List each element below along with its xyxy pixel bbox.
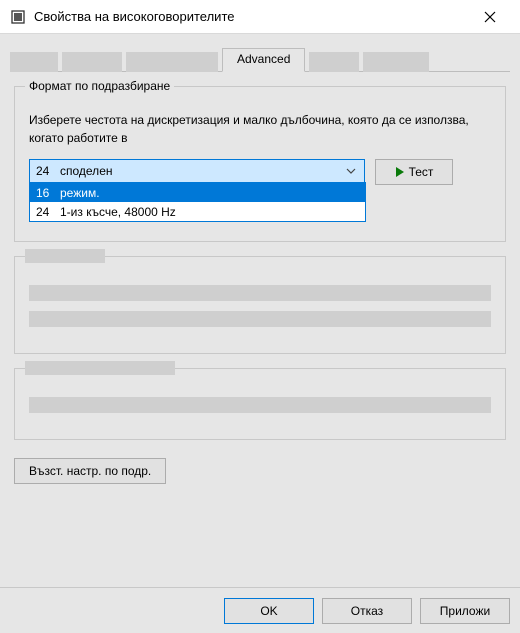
format-combo[interactable]: 24 споделен 16 режим. 24 1-из късче, 480… bbox=[29, 159, 365, 183]
apply-button[interactable]: Приложи bbox=[420, 598, 510, 624]
group-label-placeholder bbox=[25, 361, 175, 375]
checkbox-placeholder[interactable] bbox=[29, 285, 491, 301]
tab-placeholder[interactable] bbox=[126, 52, 218, 72]
tab-placeholder[interactable] bbox=[309, 52, 359, 72]
group-spatial-sound bbox=[14, 368, 506, 440]
combo-option-label: 1-из късче, 48000 Hz bbox=[60, 205, 176, 219]
restore-button-label: Възст. настр. по подр. bbox=[29, 464, 151, 478]
combo-option[interactable]: 24 1-из късче, 48000 Hz bbox=[30, 202, 365, 221]
combo-option-prefix: 24 bbox=[36, 205, 60, 219]
tab-strip: Advanced bbox=[10, 46, 510, 72]
tab-placeholder[interactable] bbox=[10, 52, 58, 72]
format-description: Изберете честота на дискретизация и малк… bbox=[29, 111, 491, 147]
restore-row: Възст. настр. по подр. bbox=[14, 458, 506, 484]
combo-dropdown-list: 16 режим. 24 1-из късче, 48000 Hz bbox=[29, 182, 366, 222]
apply-label: Приложи bbox=[440, 604, 490, 618]
dialog-footer: OK Отказ Приложи bbox=[0, 587, 520, 633]
tab-placeholder[interactable] bbox=[363, 52, 429, 72]
tab-label: Advanced bbox=[237, 52, 290, 66]
combo-option[interactable]: 16 режим. bbox=[30, 183, 365, 202]
group-default-format: Формат по подразбиране Изберете честота … bbox=[14, 86, 506, 242]
combo-selected-text: споделен bbox=[60, 164, 113, 178]
group-label: Формат по подразбиране bbox=[25, 79, 174, 93]
content-area: Advanced Формат по подразбиране Изберете… bbox=[0, 34, 520, 484]
combo-option-label: режим. bbox=[60, 186, 100, 200]
combo-selected[interactable]: 24 споделен bbox=[29, 159, 365, 183]
test-button[interactable]: Тест bbox=[375, 159, 453, 185]
play-icon bbox=[395, 166, 405, 178]
group-label-placeholder bbox=[25, 249, 105, 263]
combo-option-prefix: 16 bbox=[36, 186, 60, 200]
text-placeholder bbox=[29, 397, 491, 413]
restore-defaults-button[interactable]: Възст. настр. по подр. bbox=[14, 458, 166, 484]
cancel-label: Отказ bbox=[351, 604, 383, 618]
cancel-button[interactable]: Отказ bbox=[322, 598, 412, 624]
titlebar: Свойства на високоговорителите bbox=[0, 0, 520, 34]
window-title: Свойства на високоговорителите bbox=[34, 9, 470, 24]
chevron-down-icon bbox=[342, 160, 360, 182]
close-button[interactable] bbox=[470, 0, 510, 34]
ok-label: OK bbox=[260, 604, 277, 618]
tab-advanced[interactable]: Advanced bbox=[222, 48, 305, 72]
test-button-label: Тест bbox=[409, 165, 434, 179]
checkbox-placeholder[interactable] bbox=[29, 311, 491, 327]
ok-button[interactable]: OK bbox=[224, 598, 314, 624]
combo-selected-prefix: 24 bbox=[36, 164, 60, 178]
tab-placeholder[interactable] bbox=[62, 52, 122, 72]
app-icon bbox=[10, 9, 26, 25]
group-exclusive-mode bbox=[14, 256, 506, 354]
